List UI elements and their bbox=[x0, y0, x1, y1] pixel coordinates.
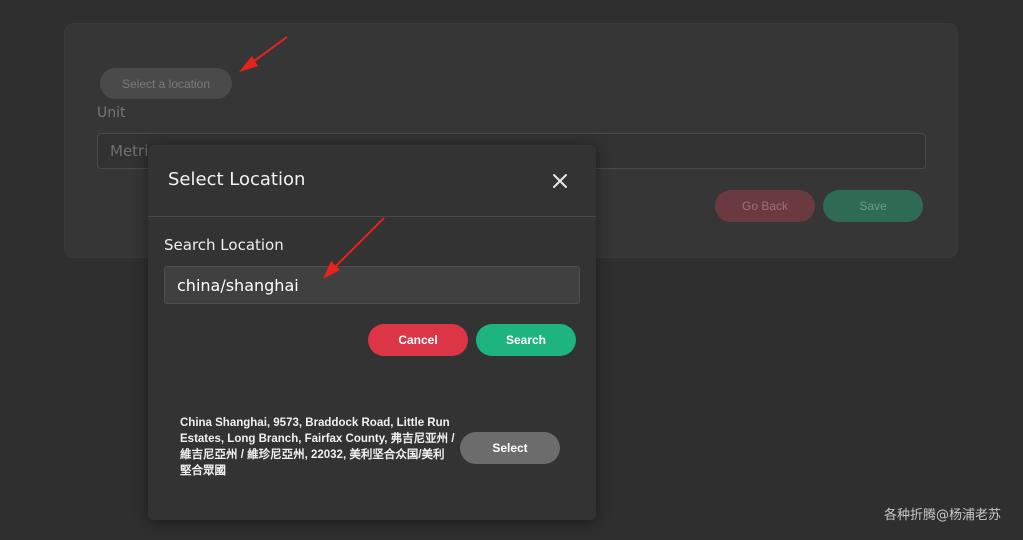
search-location-label: Search Location bbox=[164, 236, 284, 254]
cancel-button[interactable]: Cancel bbox=[368, 324, 468, 356]
modal-title: Select Location bbox=[168, 169, 306, 190]
result-select-button[interactable]: Select bbox=[460, 432, 560, 464]
watermark: 各种折腾@杨浦老苏 bbox=[884, 508, 1002, 523]
search-button[interactable]: Search bbox=[476, 324, 576, 356]
go-back-button[interactable]: Go Back bbox=[715, 190, 815, 222]
search-location-input[interactable] bbox=[164, 266, 580, 304]
modal-header: Select Location bbox=[148, 145, 596, 217]
close-icon bbox=[553, 174, 567, 188]
list-item: China Shanghai, 9573, Braddock Road, Lit… bbox=[180, 415, 564, 485]
save-button[interactable]: Save bbox=[823, 190, 923, 222]
close-button[interactable] bbox=[546, 167, 574, 195]
result-address: China Shanghai, 9573, Braddock Road, Lit… bbox=[180, 417, 455, 477]
select-location-button[interactable]: Select a location bbox=[100, 68, 232, 99]
screen: Select a location Unit Metric Go Back Sa… bbox=[0, 0, 1023, 540]
select-location-modal: Select Location Search Location Cancel S… bbox=[148, 145, 596, 520]
unit-label: Unit bbox=[97, 105, 126, 121]
